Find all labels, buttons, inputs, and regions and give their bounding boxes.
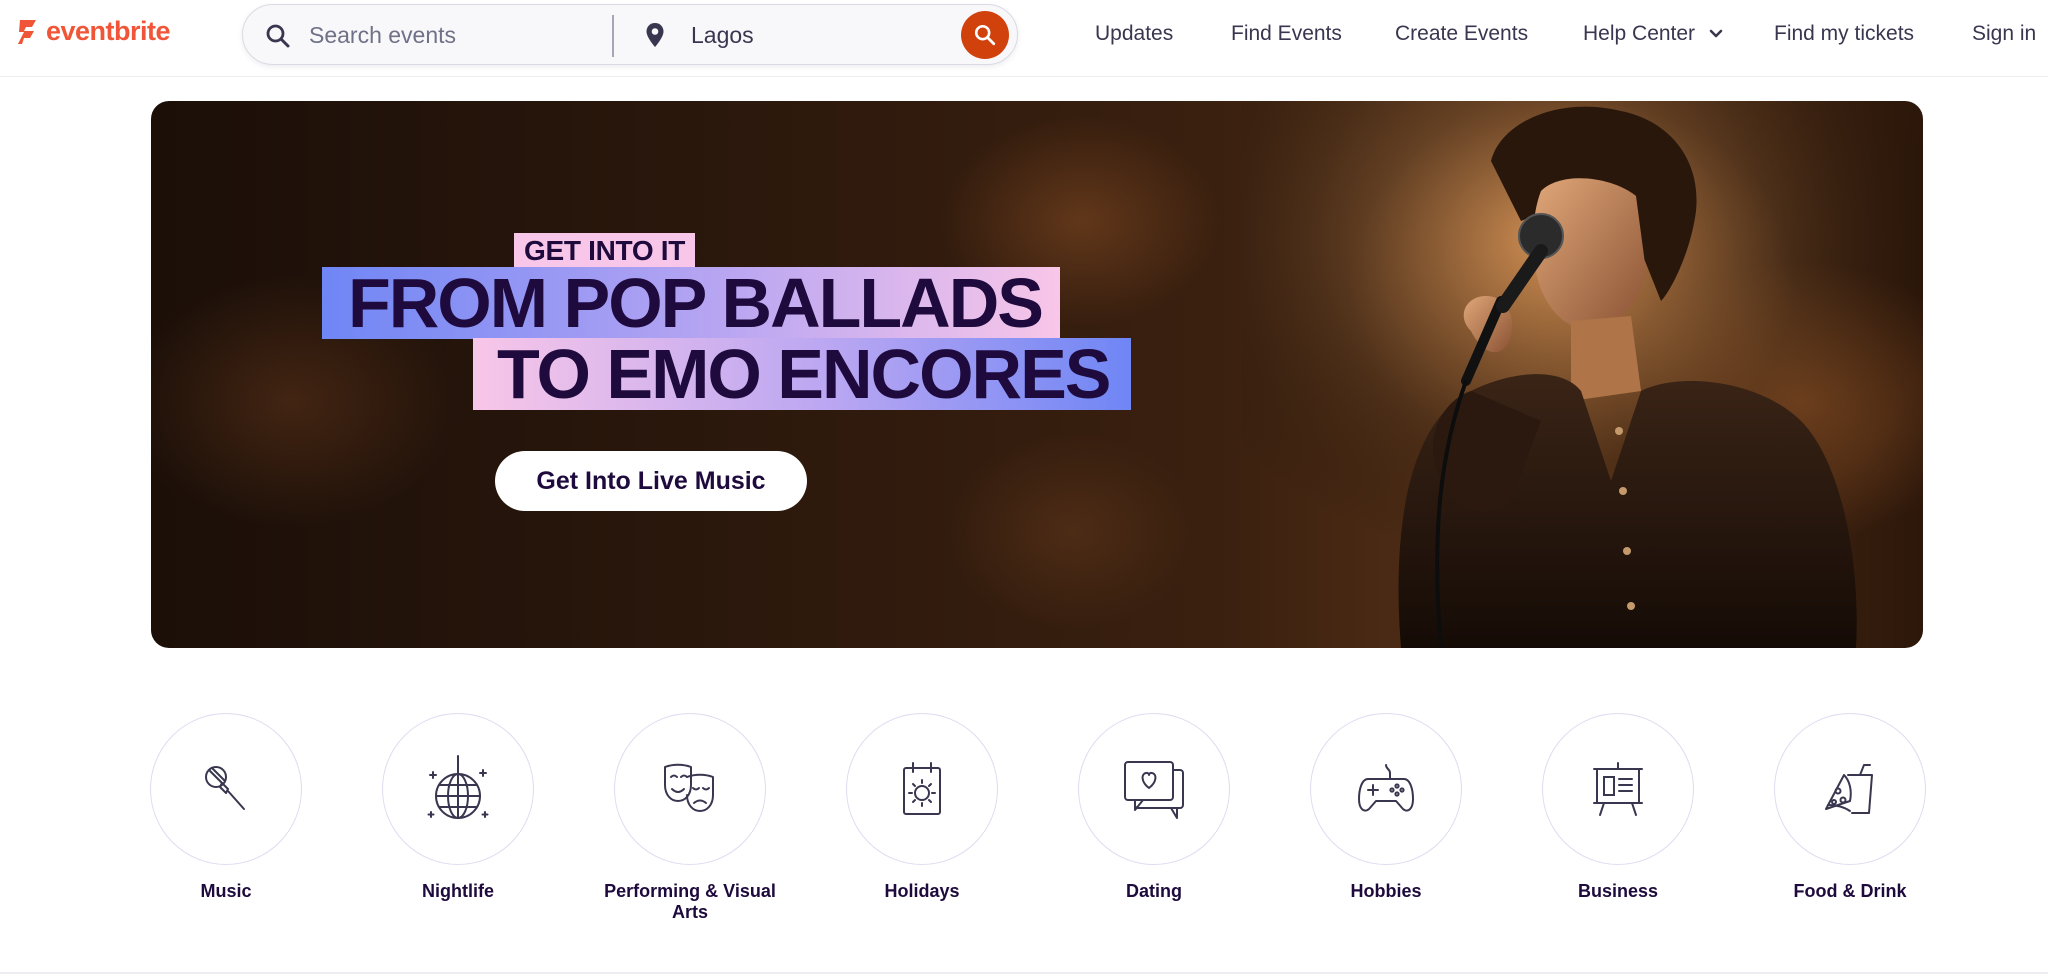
- pizza-drink-icon: [1825, 764, 1873, 814]
- calendar-icon: [903, 762, 941, 815]
- category-circle: [1774, 713, 1926, 865]
- nav-sign-in[interactable]: Sign in: [1972, 22, 2036, 46]
- search-divider: [612, 15, 614, 57]
- section-divider: [0, 972, 2048, 974]
- category-circle: [1078, 713, 1230, 865]
- top-header: eventbrite Updates Find Events Create Ev…: [0, 0, 2048, 77]
- map-pin-icon: [646, 23, 664, 47]
- chat-heart-icon: [1124, 761, 1184, 819]
- category-circle: [1542, 713, 1694, 865]
- category-label: Dating: [1126, 881, 1182, 901]
- nav-updates[interactable]: Updates: [1095, 22, 1173, 46]
- search-input[interactable]: [309, 15, 579, 55]
- category-label: Nightlife: [422, 881, 494, 901]
- category-label: Hobbies: [1350, 881, 1422, 901]
- hero-headline-line-1: FROM POP BALLADS: [322, 267, 1060, 339]
- nav-find-events[interactable]: Find Events: [1231, 22, 1342, 46]
- logo-wordmark: eventbrite: [46, 16, 171, 46]
- location-input[interactable]: [691, 15, 931, 55]
- category-circle: [1310, 713, 1462, 865]
- category-circle: [614, 713, 766, 865]
- eventbrite-logo-icon: [18, 19, 36, 44]
- category-label: Music: [200, 881, 252, 901]
- category-hobbies[interactable]: Hobbies: [1286, 713, 1486, 902]
- nav-help-center[interactable]: Help Center: [1583, 22, 1723, 46]
- presentation-board-icon: [1593, 762, 1643, 816]
- category-music[interactable]: Music: [126, 713, 326, 902]
- microphone-icon: [205, 766, 245, 810]
- category-business[interactable]: Business: [1518, 713, 1718, 902]
- chevron-down-icon: [1709, 30, 1723, 38]
- category-circle: [150, 713, 302, 865]
- search-icon: [266, 24, 290, 48]
- nav-help-center-label: Help Center: [1583, 22, 1696, 45]
- hero-headline-line-2: TO EMO ENCORES: [473, 338, 1132, 410]
- category-holidays[interactable]: Holidays: [822, 713, 1022, 902]
- category-strip: Music Nightlife Performing & Visual Arts…: [0, 713, 2048, 933]
- category-performing-visual-arts[interactable]: Performing & Visual Arts: [590, 713, 790, 923]
- search-submit-button[interactable]: [961, 11, 1009, 59]
- category-nightlife[interactable]: Nightlife: [358, 713, 558, 902]
- category-food-drink[interactable]: Food & Drink: [1750, 713, 1950, 902]
- category-circle: [382, 713, 534, 865]
- disco-ball-icon: [427, 755, 489, 819]
- nav-create-events[interactable]: Create Events: [1395, 22, 1528, 46]
- category-circle: [846, 713, 998, 865]
- search-icon: [974, 24, 996, 46]
- eventbrite-logo[interactable]: eventbrite: [16, 16, 171, 47]
- category-label: Business: [1577, 881, 1659, 901]
- search-bar: [242, 4, 1018, 65]
- get-into-live-music-button[interactable]: Get Into Live Music: [495, 451, 807, 511]
- category-label: Holidays: [884, 881, 960, 901]
- category-label: Food & Drink: [1793, 881, 1907, 901]
- hero-singer-image: [1241, 101, 1923, 648]
- game-controller-icon: [1358, 764, 1414, 812]
- nav-find-my-tickets[interactable]: Find my tickets: [1774, 22, 1914, 46]
- category-label: Performing & Visual Arts: [604, 881, 776, 922]
- hero-banner[interactable]: GET INTO IT FROM POP BALLADS TO EMO ENCO…: [151, 101, 1923, 648]
- category-dating[interactable]: Dating: [1054, 713, 1254, 902]
- theater-masks-icon: [664, 763, 714, 812]
